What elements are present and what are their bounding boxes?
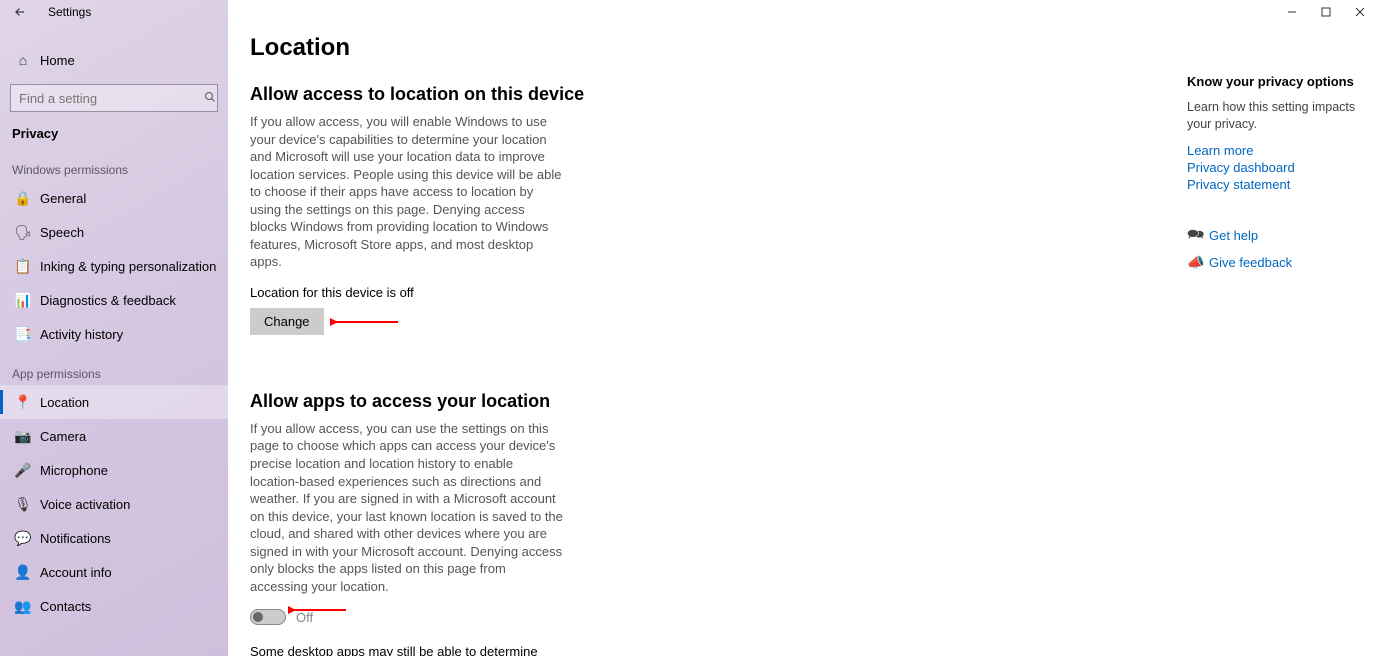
sidebar-item-activity[interactable]: 📑 Activity history — [0, 317, 228, 351]
minimize-button[interactable] — [1275, 0, 1309, 24]
notifications-icon: 💬 — [12, 530, 34, 547]
desktop-apps-note: Some desktop apps may still be able to d… — [250, 643, 565, 656]
help-icon: 🗪 — [1187, 224, 1209, 248]
sidebar-item-diagnostics[interactable]: 📊 Diagnostics & feedback — [0, 283, 228, 317]
get-help-link[interactable]: Get help — [1209, 228, 1258, 243]
section-apps-access: Allow apps to access your location If yo… — [250, 391, 818, 656]
feedback-icon: 📣 — [1187, 254, 1209, 271]
annotation-arrow-icon — [330, 314, 400, 330]
category-label: Privacy — [0, 112, 228, 147]
sidebar-item-label: Speech — [40, 225, 84, 240]
sidebar-item-speech[interactable]: 🗣 Speech — [0, 215, 228, 249]
change-button[interactable]: Change — [250, 308, 324, 335]
voice-icon: 🎙 — [12, 496, 34, 513]
sidebar-item-notifications[interactable]: 💬 Notifications — [0, 521, 228, 555]
feedback-row[interactable]: 📣 Give feedback — [1187, 254, 1365, 271]
sidebar-item-label: Account info — [40, 565, 112, 580]
back-icon[interactable] — [6, 5, 34, 19]
sidebar: Settings ⌂ Home Privacy Windows permissi… — [0, 0, 228, 656]
close-button[interactable] — [1343, 0, 1377, 24]
sidebar-item-label: Voice activation — [40, 497, 130, 512]
right-body: Learn how this setting impacts your priv… — [1187, 99, 1365, 133]
sidebar-item-label: Inking & typing personalization — [40, 259, 216, 274]
account-icon: 👤 — [12, 564, 34, 581]
section-device-access: Allow access to location on this device … — [250, 84, 818, 363]
window-controls — [1275, 0, 1377, 24]
sidebar-item-contacts[interactable]: 👥 Contacts — [0, 589, 228, 623]
sidebar-item-microphone[interactable]: 🎤 Microphone — [0, 453, 228, 487]
sidebar-item-inking[interactable]: 📋 Inking & typing personalization — [0, 249, 228, 283]
sidebar-item-label: Diagnostics & feedback — [40, 293, 176, 308]
sidebar-item-general[interactable]: 🔒 General — [0, 181, 228, 215]
window-title: Settings — [48, 5, 91, 19]
sidebar-item-location[interactable]: 📍 Location — [0, 385, 228, 419]
maximize-button[interactable] — [1309, 0, 1343, 24]
get-help-row[interactable]: 🗪 Get help — [1187, 224, 1365, 248]
sidebar-item-label: Activity history — [40, 327, 123, 342]
content: Location Allow access to location on thi… — [228, 0, 838, 656]
sidebar-item-label: Contacts — [40, 599, 91, 614]
section-heading: Allow apps to access your location — [250, 391, 818, 412]
sidebar-item-label: Camera — [40, 429, 86, 444]
home-icon: ⌂ — [12, 52, 34, 68]
speech-icon: 🗣 — [12, 224, 34, 241]
search-icon[interactable] — [203, 91, 217, 106]
sidebar-item-voice[interactable]: 🎙 Voice activation — [0, 487, 228, 521]
lock-icon: 🔒 — [12, 190, 34, 207]
learn-more-link[interactable]: Learn more — [1187, 143, 1365, 158]
diagnostics-icon: 📊 — [12, 292, 34, 309]
sidebar-header: Settings — [0, 0, 228, 24]
section-heading: Allow access to location on this device — [250, 84, 818, 105]
microphone-icon: 🎤 — [12, 462, 34, 479]
sidebar-item-label: General — [40, 191, 86, 206]
search-box[interactable] — [10, 84, 218, 112]
sidebar-item-label: Notifications — [40, 531, 111, 546]
sidebar-item-camera[interactable]: 📷 Camera — [0, 419, 228, 453]
section-windows-permissions: Windows permissions — [0, 147, 228, 181]
privacy-statement-link[interactable]: Privacy statement — [1187, 177, 1365, 192]
sidebar-item-label: Microphone — [40, 463, 108, 478]
activity-icon: 📑 — [12, 326, 34, 343]
location-apps-toggle[interactable] — [250, 609, 286, 625]
right-heading: Know your privacy options — [1187, 74, 1365, 89]
sidebar-item-account[interactable]: 👤 Account info — [0, 555, 228, 589]
section-body: If you allow access, you can use the set… — [250, 420, 565, 595]
camera-icon: 📷 — [12, 428, 34, 445]
inking-icon: 📋 — [12, 258, 34, 275]
privacy-dashboard-link[interactable]: Privacy dashboard — [1187, 160, 1365, 175]
search-input[interactable] — [11, 91, 203, 106]
contacts-icon: 👥 — [12, 598, 34, 615]
give-feedback-link[interactable]: Give feedback — [1209, 255, 1292, 270]
home-nav[interactable]: ⌂ Home — [0, 42, 228, 78]
sidebar-item-label: Location — [40, 395, 89, 410]
location-status: Location for this device is off — [250, 285, 818, 300]
toggle-state-label: Off — [296, 610, 313, 625]
search-wrap — [0, 78, 228, 112]
section-app-permissions: App permissions — [0, 351, 228, 385]
section-body: If you allow access, you will enable Win… — [250, 113, 565, 271]
location-icon: 📍 — [12, 394, 34, 411]
main: Location Allow access to location on thi… — [228, 0, 1377, 656]
page-title: Location — [250, 34, 818, 62]
home-label: Home — [40, 53, 75, 68]
right-panel: Know your privacy options Learn how this… — [1187, 74, 1365, 277]
